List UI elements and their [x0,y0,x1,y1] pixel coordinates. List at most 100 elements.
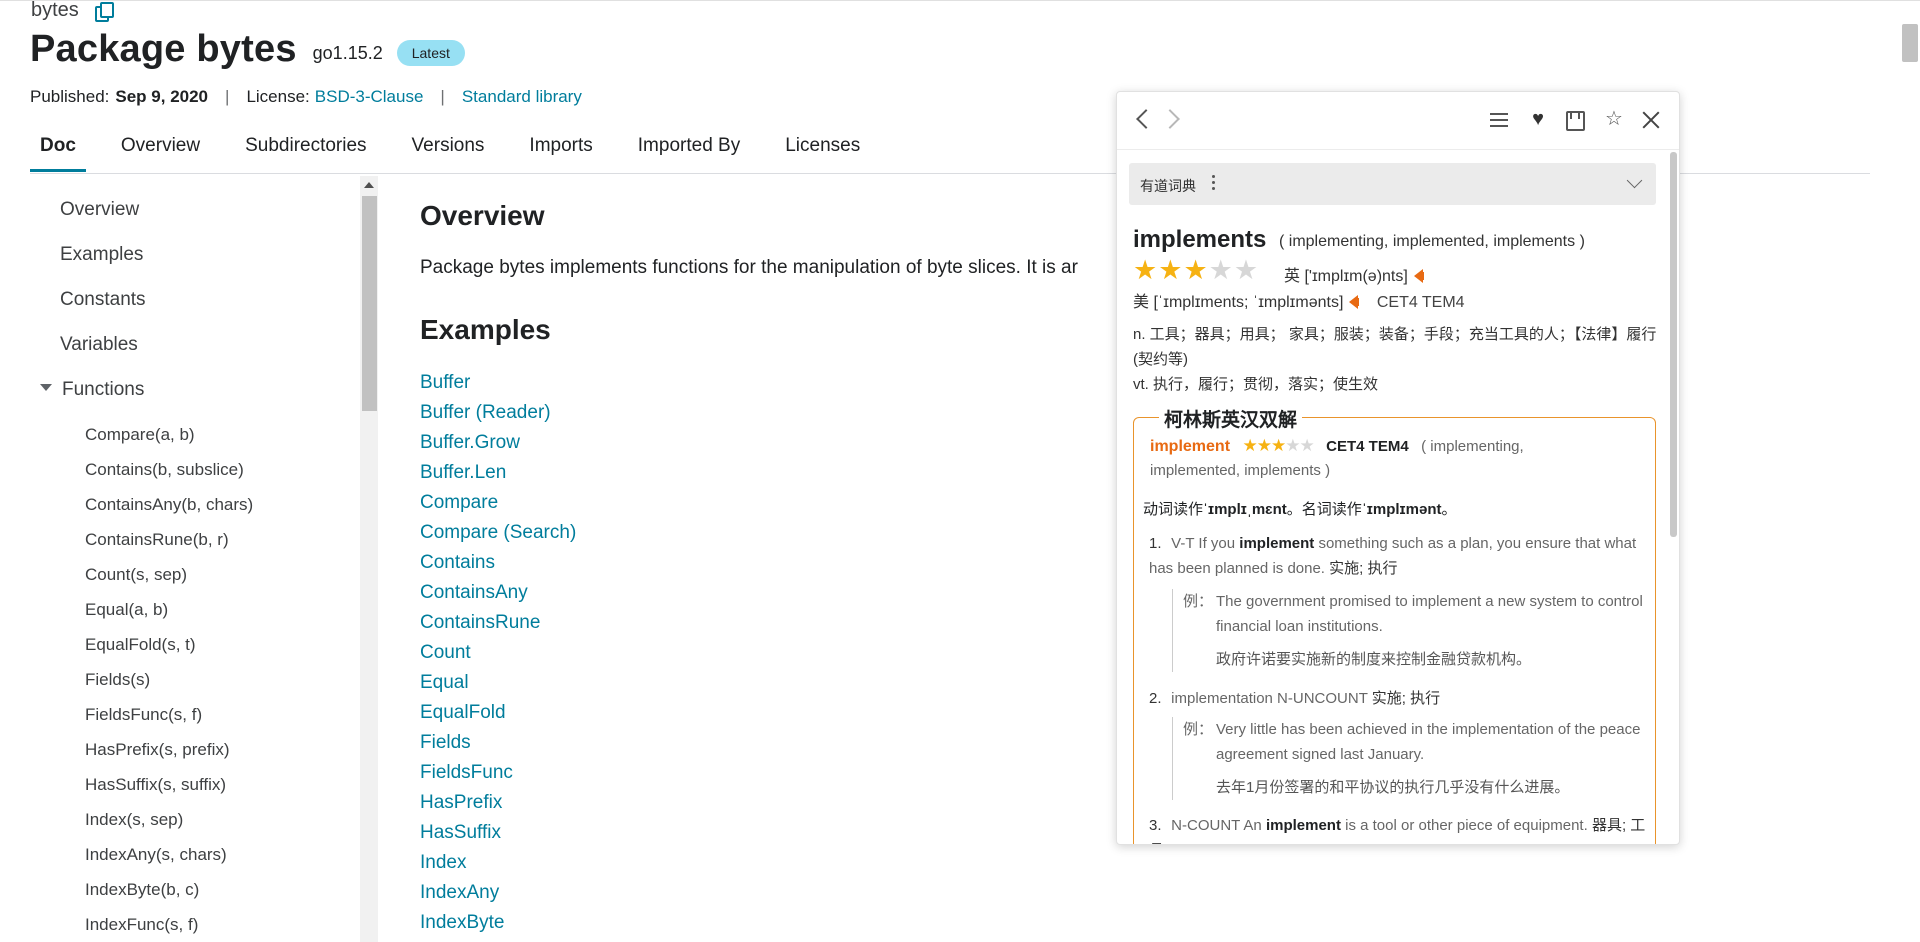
example-link[interactable]: EqualFold [420,702,506,724]
sidebar-item-examples[interactable]: Examples [60,244,143,266]
sense-pos: implementation N-UNCOUNT [1171,690,1368,707]
collins-headword-line: implement ★★★★★ CET4 TEM4 ( implementing… [1150,436,1524,456]
examples-heading: Examples [420,314,551,345]
sense-pos: N-COUNT [1171,817,1241,834]
pin-icon[interactable]: ☆ [1602,108,1626,132]
sidebar-item-overview[interactable]: Overview [60,199,139,221]
pron-noun: ˈɪmplɪmənt [1361,501,1442,518]
version-label: go1.15.2 [312,43,383,63]
example-link[interactable]: Index [420,852,466,874]
example-link[interactable]: Count [420,642,471,664]
sidebar-function-item[interactable]: HasPrefix(s, prefix) [85,740,230,760]
sidebar-function-item[interactable]: HasSuffix(s, suffix) [85,775,226,795]
sidebar-scrollbar-thumb[interactable] [362,196,377,411]
chevron-down-icon[interactable] [1626,172,1643,189]
example-link[interactable]: Equal [420,672,469,694]
scroll-up-arrow-icon[interactable] [364,182,374,188]
sidebar-function-item[interactable]: IndexByte(b, c) [85,880,199,900]
example-link[interactable]: HasSuffix [420,822,501,844]
tab-imports[interactable]: Imports [519,130,602,172]
example-link[interactable]: Buffer.Grow [420,432,520,454]
sidebar-function-item[interactable]: Equal(a, b) [85,600,168,620]
sense-number: 3. [1149,817,1162,834]
sidebar-function-item[interactable]: Fields(s) [85,670,150,690]
sense-number: 1. [1149,535,1162,552]
example-link[interactable]: Buffer.Len [420,462,506,484]
star-filled-icon: ★ [1183,255,1209,285]
example-link[interactable]: IndexByte [420,912,505,934]
forward-icon[interactable] [1160,108,1185,132]
dictionary-source-selector[interactable]: 有道词典 [1129,163,1656,205]
headword: implements [1133,226,1267,253]
more-vertical-icon[interactable] [1212,175,1216,193]
tab-licenses[interactable]: Licenses [775,130,870,172]
star-empty-icon: ★ [1299,436,1314,455]
example-text: The government promised to implement a n… [1216,593,1643,635]
example-link[interactable]: ContainsRune [420,612,540,634]
tab-overview[interactable]: Overview [111,130,210,172]
close-icon[interactable] [1639,108,1663,132]
published-date: Sep 9, 2020 [115,87,209,106]
sense-translation: 实施; 执行 [1371,690,1441,707]
page-title: Package bytes [30,28,297,70]
sense-text: If you [1198,535,1236,552]
sidebar-item-constants[interactable]: Constants [60,289,146,311]
published-label: Published: [30,87,110,106]
sense-pos: V-T [1171,535,1195,552]
exam-levels: CET4 TEM4 [1376,294,1465,311]
speaker-icon[interactable] [1413,268,1424,283]
tab-versions[interactable]: Versions [402,130,495,172]
example-link[interactable]: FieldsFunc [420,762,513,784]
license-link[interactable]: BSD-3-Clause [315,87,424,107]
sidebar-function-item[interactable]: FieldsFunc(s, f) [85,705,202,725]
popup-scrollbar-thumb[interactable] [1670,152,1677,537]
example-label: 例： [1183,593,1214,610]
example-link[interactable]: Contains [420,552,495,574]
sidebar-item-variables[interactable]: Variables [60,334,138,356]
license-label: License: [246,87,310,106]
sidebar-function-item[interactable]: ContainsAny(b, chars) [85,495,253,515]
pron-text: 动词读作 [1143,501,1204,518]
example-link[interactable]: ContainsAny [420,582,528,604]
standard-library-link[interactable]: Standard library [462,87,582,107]
sidebar-item-functions[interactable]: Functions [40,379,144,401]
star-empty-icon: ★ [1233,255,1260,285]
inflections: ( implementing, implemented, implements … [1279,233,1585,250]
meta-separator: | [440,87,445,106]
sidebar-function-item[interactable]: Count(s, sep) [85,565,187,585]
example-link[interactable]: IndexAny [420,882,499,904]
collins-sense: 3. N-COUNT An implement is a tool or oth… [1149,813,1649,844]
example-link[interactable]: HasPrefix [420,792,502,814]
example-link[interactable]: Buffer (Reader) [420,402,551,424]
definition-verb: vt. 执行，履行；贯彻，落实；使生效 [1133,376,1379,393]
collins-sense: 2. implementation N-UNCOUNT 实施; 执行 [1149,686,1649,711]
uk-phonetic: ['ɪmplɪm(ə)nts] [1304,268,1408,285]
page-scrollbar-thumb[interactable] [1902,24,1918,62]
breadcrumb: bytes [31,0,114,22]
sidebar-function-item[interactable]: IndexAny(s, chars) [85,845,227,865]
breadcrumb-package: bytes [31,0,79,21]
uk-label: 英 [1284,268,1301,285]
book-icon[interactable] [1563,108,1587,132]
heart-icon[interactable]: ♥ [1526,108,1550,132]
copy-icon[interactable] [94,1,114,22]
tab-subdirectories[interactable]: Subdirectories [235,130,376,172]
speaker-icon[interactable] [1349,294,1360,309]
star-filled-icon: ★ [1270,436,1286,455]
example-link[interactable]: Fields [420,732,471,754]
sense-keyword: implement [1239,535,1315,552]
sidebar-function-item[interactable]: IndexFunc(s, f) [85,915,198,935]
back-icon[interactable] [1131,108,1156,132]
tab-doc[interactable]: Doc [30,130,86,172]
sidebar-function-item[interactable]: Contains(b, subslice) [85,460,244,480]
star-filled-icon: ★ [1158,255,1184,285]
menu-icon[interactable] [1488,108,1512,132]
sidebar-function-item[interactable]: EqualFold(s, t) [85,635,196,655]
sidebar-function-item[interactable]: Compare(a, b) [85,425,195,445]
example-link[interactable]: Compare [420,492,498,514]
sidebar-function-item[interactable]: ContainsRune(b, r) [85,530,229,550]
example-link[interactable]: Buffer [420,372,470,394]
tab-imported-by[interactable]: Imported By [628,130,750,172]
example-link[interactable]: Compare (Search) [420,522,576,544]
sidebar-function-item[interactable]: Index(s, sep) [85,810,183,830]
